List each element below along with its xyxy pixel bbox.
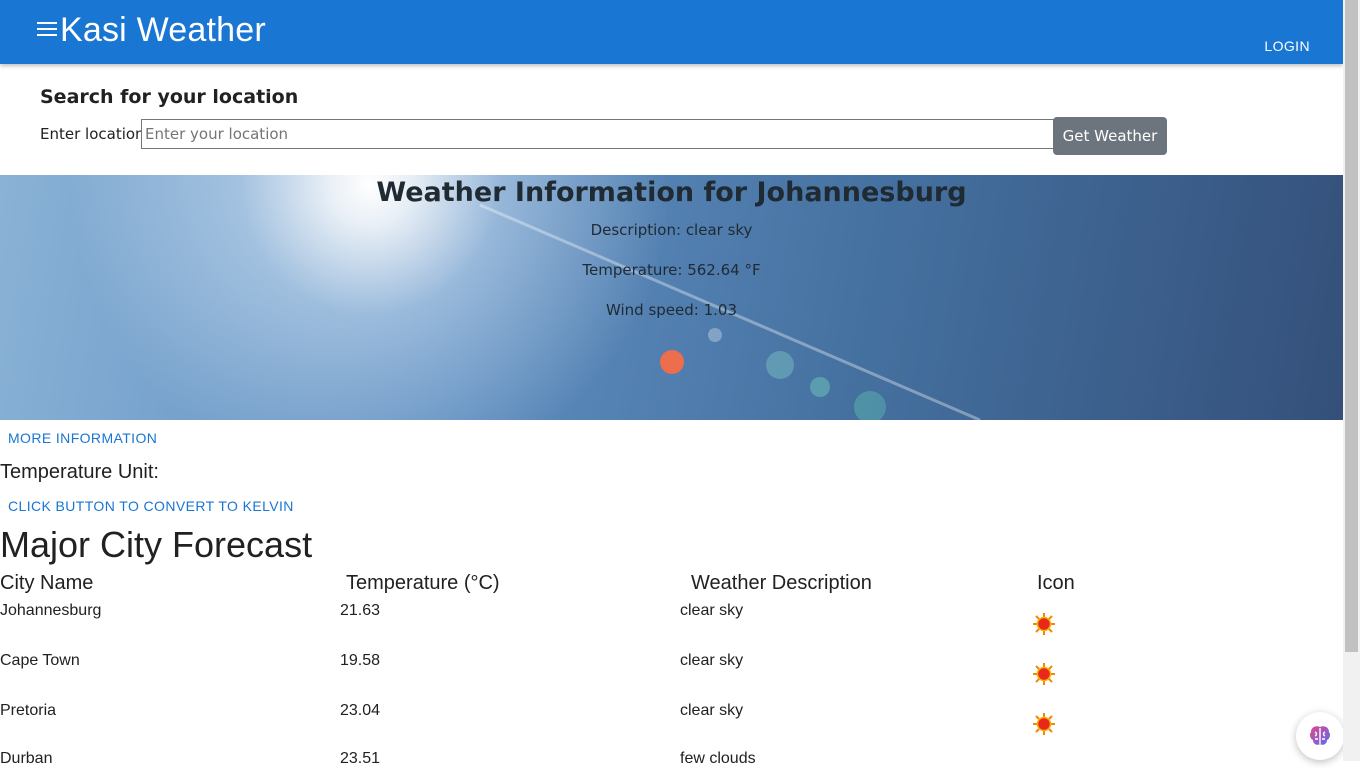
menu-icon[interactable] bbox=[37, 22, 57, 38]
scrollbar[interactable] bbox=[1343, 0, 1360, 761]
sun-icon bbox=[1033, 613, 1055, 635]
weather-temperature: Temperature: 562.64 °F bbox=[582, 261, 761, 279]
temperature-unit-label: Temperature Unit: bbox=[0, 461, 159, 483]
weather-description: Description: clear sky bbox=[590, 221, 753, 239]
row-city: Pretoria bbox=[0, 702, 57, 719]
search-section: Search for your location Enter location:… bbox=[40, 86, 1167, 155]
row-desc: clear sky bbox=[680, 702, 744, 719]
sun-icon bbox=[1033, 713, 1055, 735]
convert-kelvin-button[interactable]: CLICK BUTTON TO CONVERT TO KELVIN bbox=[8, 498, 294, 514]
brain-icon bbox=[1309, 726, 1331, 745]
location-input[interactable] bbox=[141, 119, 1055, 149]
header-city-name: City Name bbox=[0, 572, 94, 594]
row-temp: 23.04 bbox=[340, 702, 381, 719]
forecast-title: Major City Forecast bbox=[0, 524, 313, 565]
row-desc: few clouds bbox=[680, 750, 756, 767]
row-temp: 19.58 bbox=[340, 652, 381, 669]
row-desc: clear sky bbox=[680, 602, 744, 619]
weather-hero: Weather Information for Johannesburg Des… bbox=[0, 175, 1343, 420]
row-temp: 21.63 bbox=[340, 602, 381, 619]
row-city: Durban bbox=[0, 750, 53, 767]
row-temp: 23.51 bbox=[340, 750, 381, 767]
row-city: Johannesburg bbox=[0, 602, 102, 619]
sun-icon bbox=[1033, 663, 1055, 685]
get-weather-button[interactable]: Get Weather bbox=[1053, 117, 1167, 155]
more-information-button[interactable]: MORE INFORMATION bbox=[8, 430, 157, 446]
weather-wind-speed: Wind speed: 1.03 bbox=[605, 301, 737, 319]
app-bar: Kasi Weather LOGIN bbox=[0, 0, 1343, 64]
header-icon: Icon bbox=[1037, 572, 1075, 594]
header-weather-description: Weather Description bbox=[691, 572, 872, 594]
lens-flare-image bbox=[479, 203, 981, 420]
app-title: Kasi Weather bbox=[60, 11, 266, 49]
search-heading: Search for your location bbox=[40, 86, 299, 108]
status-dot bbox=[660, 350, 684, 374]
header-temperature: Temperature (°C) bbox=[346, 572, 500, 594]
row-desc: clear sky bbox=[680, 652, 744, 669]
location-label: Enter location: bbox=[40, 125, 150, 143]
row-city: Cape Town bbox=[0, 652, 80, 669]
weather-title: Weather Information for Johannesburg bbox=[376, 177, 967, 208]
assistant-button[interactable] bbox=[1296, 712, 1344, 760]
search-row: Enter location: Get Weather bbox=[40, 117, 1170, 159]
scrollbar-thumb[interactable] bbox=[1345, 0, 1358, 652]
login-button[interactable]: LOGIN bbox=[1264, 38, 1310, 54]
